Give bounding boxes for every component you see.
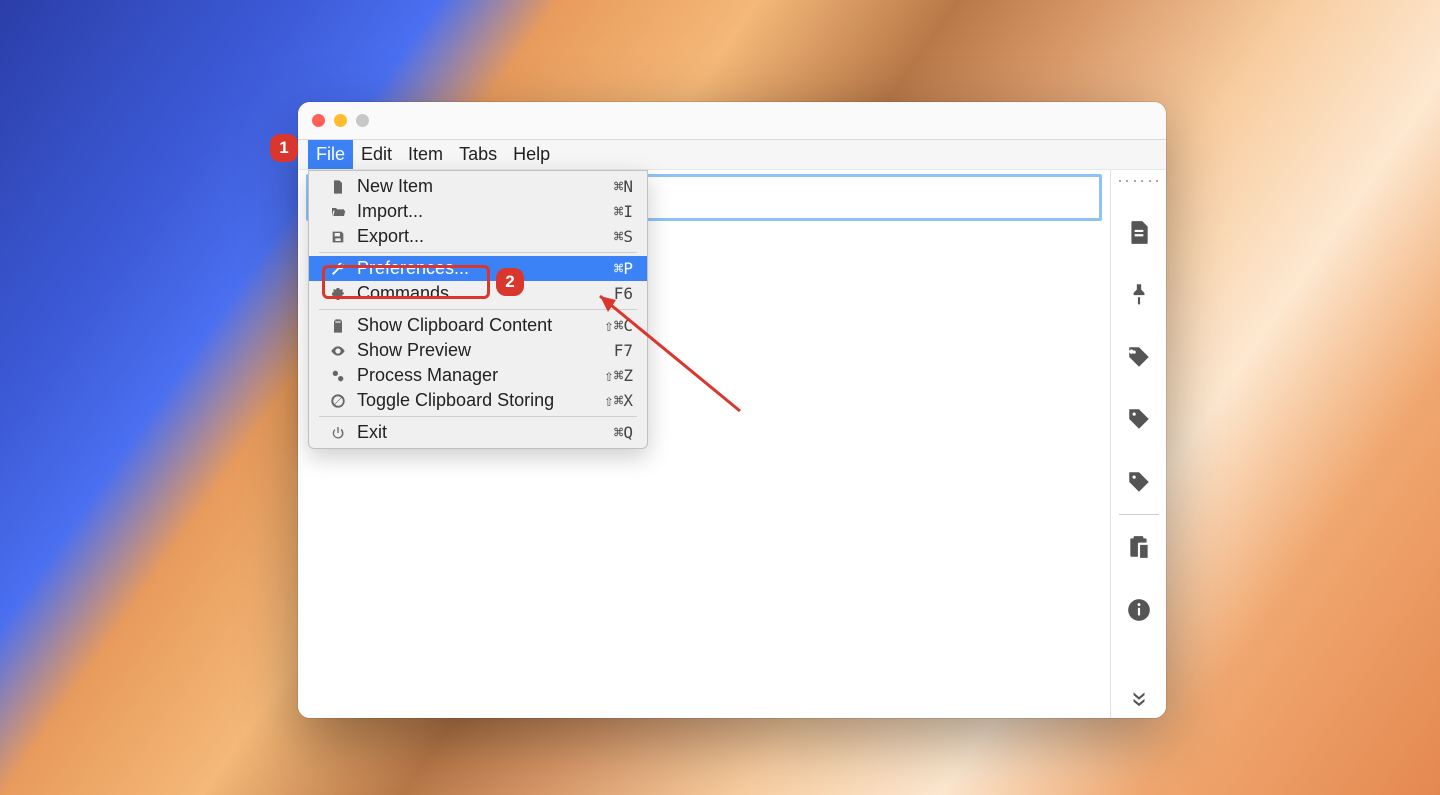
- menu-preferences[interactable]: Preferences... ⌘P: [309, 256, 647, 281]
- menu-label: New Item: [357, 176, 604, 197]
- menu-separator: [319, 309, 637, 310]
- menu-label: Show Clipboard Content: [357, 315, 594, 336]
- menu-help[interactable]: Help: [505, 140, 558, 169]
- menu-commands[interactable]: Commands... F6: [309, 281, 647, 306]
- menu-shortcut: ⇧⌘C: [604, 316, 633, 335]
- menu-shortcut: F6: [614, 284, 633, 303]
- toolbar-separator: [1119, 514, 1159, 515]
- menu-label: Exit: [357, 422, 604, 443]
- eye-icon: [329, 342, 347, 360]
- menu-separator: [319, 252, 637, 253]
- callout-badge-2: 2: [496, 268, 524, 296]
- file-menu-dropdown: New Item ⌘N Import... ⌘I Export... ⌘S Pr…: [308, 170, 648, 449]
- side-toolbar: [1110, 170, 1166, 718]
- tag-2-icon[interactable]: [1122, 403, 1156, 435]
- toolbar-grip: [1119, 180, 1159, 186]
- menu-toggle-storing[interactable]: Toggle Clipboard Storing ⇧⌘X: [309, 388, 647, 413]
- close-button[interactable]: [312, 114, 325, 127]
- save-icon: [329, 228, 347, 246]
- tag-3-icon[interactable]: [1122, 466, 1156, 498]
- paste-icon[interactable]: [1122, 531, 1156, 563]
- menu-exit[interactable]: Exit ⌘Q: [309, 420, 647, 445]
- maximize-button[interactable]: [356, 114, 369, 127]
- pin-icon[interactable]: [1122, 278, 1156, 310]
- menu-show-preview[interactable]: Show Preview F7: [309, 338, 647, 363]
- titlebar: [298, 102, 1166, 140]
- menubar: File Edit Item Tabs Help: [298, 140, 1166, 170]
- file-icon: [329, 178, 347, 196]
- menu-label: Commands...: [357, 283, 604, 304]
- callout-badge-1: 1: [270, 134, 298, 162]
- menu-file[interactable]: File: [308, 140, 353, 169]
- info-icon[interactable]: [1122, 594, 1156, 626]
- menu-shortcut: ⌘Q: [614, 423, 633, 442]
- power-icon: [329, 424, 347, 442]
- document-icon[interactable]: [1122, 216, 1156, 248]
- menu-label: Toggle Clipboard Storing: [357, 390, 594, 411]
- menu-import[interactable]: Import... ⌘I: [309, 199, 647, 224]
- menu-item[interactable]: Item: [400, 140, 451, 169]
- menu-label: Show Preview: [357, 340, 604, 361]
- menu-separator: [319, 416, 637, 417]
- gear-icon: [329, 285, 347, 303]
- menu-shortcut: ⇧⌘X: [604, 391, 633, 410]
- wrench-icon: [329, 260, 347, 278]
- menu-shortcut: ⌘P: [614, 259, 633, 278]
- menu-edit[interactable]: Edit: [353, 140, 400, 169]
- menu-show-clipboard[interactable]: Show Clipboard Content ⇧⌘C: [309, 313, 647, 338]
- menu-shortcut: ⇧⌘Z: [604, 366, 633, 385]
- menu-tabs[interactable]: Tabs: [451, 140, 505, 169]
- menu-shortcut: ⌘S: [614, 227, 633, 246]
- menu-shortcut: ⌘N: [614, 177, 633, 196]
- menu-process-manager[interactable]: Process Manager ⇧⌘Z: [309, 363, 647, 388]
- menu-label: Process Manager: [357, 365, 594, 386]
- tag-1-icon[interactable]: [1122, 341, 1156, 373]
- menu-shortcut: ⌘I: [614, 202, 633, 221]
- menu-label: Preferences...: [357, 258, 604, 279]
- minimize-button[interactable]: [334, 114, 347, 127]
- folder-open-icon: [329, 203, 347, 221]
- menu-label: Import...: [357, 201, 604, 222]
- clipboard-icon: [329, 317, 347, 335]
- menu-export[interactable]: Export... ⌘S: [309, 224, 647, 249]
- menu-shortcut: F7: [614, 341, 633, 360]
- app-window: File Edit Item Tabs Help copyq: [298, 102, 1166, 718]
- prohibit-icon: [329, 392, 347, 410]
- gears-icon: [329, 367, 347, 385]
- chevron-down-icon[interactable]: [1128, 686, 1150, 708]
- menu-label: Export...: [357, 226, 604, 247]
- menu-new-item[interactable]: New Item ⌘N: [309, 174, 647, 199]
